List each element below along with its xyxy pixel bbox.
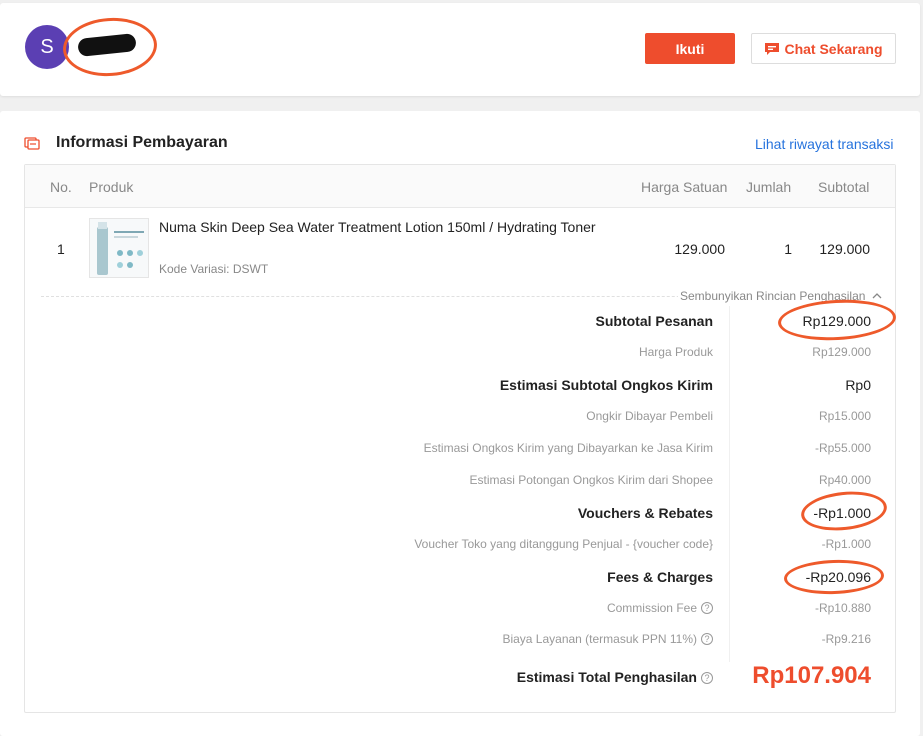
row-number: 1 xyxy=(57,241,65,257)
label-voucher-toko: Voucher Toko yang ditanggung Penjual - {… xyxy=(414,537,713,551)
label-total-penghasilan: Estimasi Total Penghasilan? xyxy=(517,669,713,685)
value-ongkir-pembeli: Rp15.000 xyxy=(818,409,871,423)
label-biaya-layanan: Biaya Layanan (termasuk PPN 11%)? xyxy=(502,632,713,646)
follow-button[interactable]: Ikuti xyxy=(645,33,735,64)
product-variant: Kode Variasi: DSWT xyxy=(159,262,269,276)
value-ongkir-jasa-kirim: -Rp55.000 xyxy=(814,441,871,455)
value-harga-produk: Rp129.000 xyxy=(812,345,871,359)
chat-button-label: Chat Sekarang xyxy=(784,40,883,57)
transaction-history-link[interactable]: Lihat riwayat transaksi xyxy=(755,136,894,152)
section-title: Informasi Pembayaran xyxy=(56,134,228,151)
label-fees-charges: Fees & Charges xyxy=(607,569,713,585)
col-qty: Jumlah xyxy=(746,179,792,195)
value-total-penghasilan: Rp107.904 xyxy=(752,662,871,689)
label-ongkir-pembeli: Ongkir Dibayar Pembeli xyxy=(586,409,713,423)
col-unit-price: Harga Satuan xyxy=(641,179,728,195)
label-ongkir-subtotal: Estimasi Subtotal Ongkos Kirim xyxy=(499,377,713,393)
unit-price: 129.000 xyxy=(674,241,725,257)
label-ongkir-jasa-kirim: Estimasi Ongkos Kirim yang Dibayarkan ke… xyxy=(423,441,713,455)
info-icon[interactable]: ? xyxy=(701,633,713,645)
product-image xyxy=(90,219,148,277)
label-commission-fee-text: Commission Fee xyxy=(606,601,697,615)
chat-icon xyxy=(765,42,780,55)
chat-button[interactable]: Chat Sekarang xyxy=(751,33,896,64)
payment-icon xyxy=(24,137,40,150)
col-subtotal: Subtotal xyxy=(818,179,870,195)
col-product: Produk xyxy=(89,179,134,195)
value-ongkir-subtotal: Rp0 xyxy=(845,377,871,393)
product-thumbnail[interactable] xyxy=(89,218,149,278)
value-vouchers: -Rp1.000 xyxy=(813,505,871,521)
value-subtotal-pesanan: Rp129.000 xyxy=(802,313,871,329)
value-biaya-layanan: -Rp9.216 xyxy=(821,632,871,646)
quantity: 1 xyxy=(784,241,792,257)
label-potongan-ongkir: Estimasi Potongan Ongkos Kirim dari Shop… xyxy=(469,473,713,487)
value-voucher-toko: -Rp1.000 xyxy=(821,537,871,551)
label-subtotal-pesanan: Subtotal Pesanan xyxy=(595,313,713,329)
table-header: No. Produk Harga Satuan Jumlah Subtotal xyxy=(25,165,895,208)
hide-breakdown-toggle[interactable]: Sembunyikan Rincian Penghasilan xyxy=(678,289,884,303)
chevron-up-icon xyxy=(872,293,882,299)
label-commission-fee: Commission Fee? xyxy=(607,601,713,615)
row-subtotal: 129.000 xyxy=(819,241,870,257)
label-total-penghasilan-text: Estimasi Total Penghasilan xyxy=(516,669,697,685)
col-no: No. xyxy=(50,179,72,195)
product-name[interactable]: Numa Skin Deep Sea Water Treatment Lotio… xyxy=(159,219,596,235)
info-icon[interactable]: ? xyxy=(701,672,713,684)
info-icon[interactable]: ? xyxy=(701,602,713,614)
label-harga-produk: Harga Produk xyxy=(638,345,713,359)
toggle-label: Sembunyikan Rincian Penghasilan xyxy=(680,289,866,303)
value-potongan-ongkir: Rp40.000 xyxy=(818,473,871,487)
value-fees-charges: -Rp20.096 xyxy=(805,569,871,585)
label-biaya-layanan-text: Biaya Layanan (termasuk PPN 11%) xyxy=(502,632,697,646)
label-vouchers: Vouchers & Rebates xyxy=(577,505,713,521)
column-divider xyxy=(729,306,730,662)
value-commission-fee: -Rp10.880 xyxy=(814,601,871,615)
